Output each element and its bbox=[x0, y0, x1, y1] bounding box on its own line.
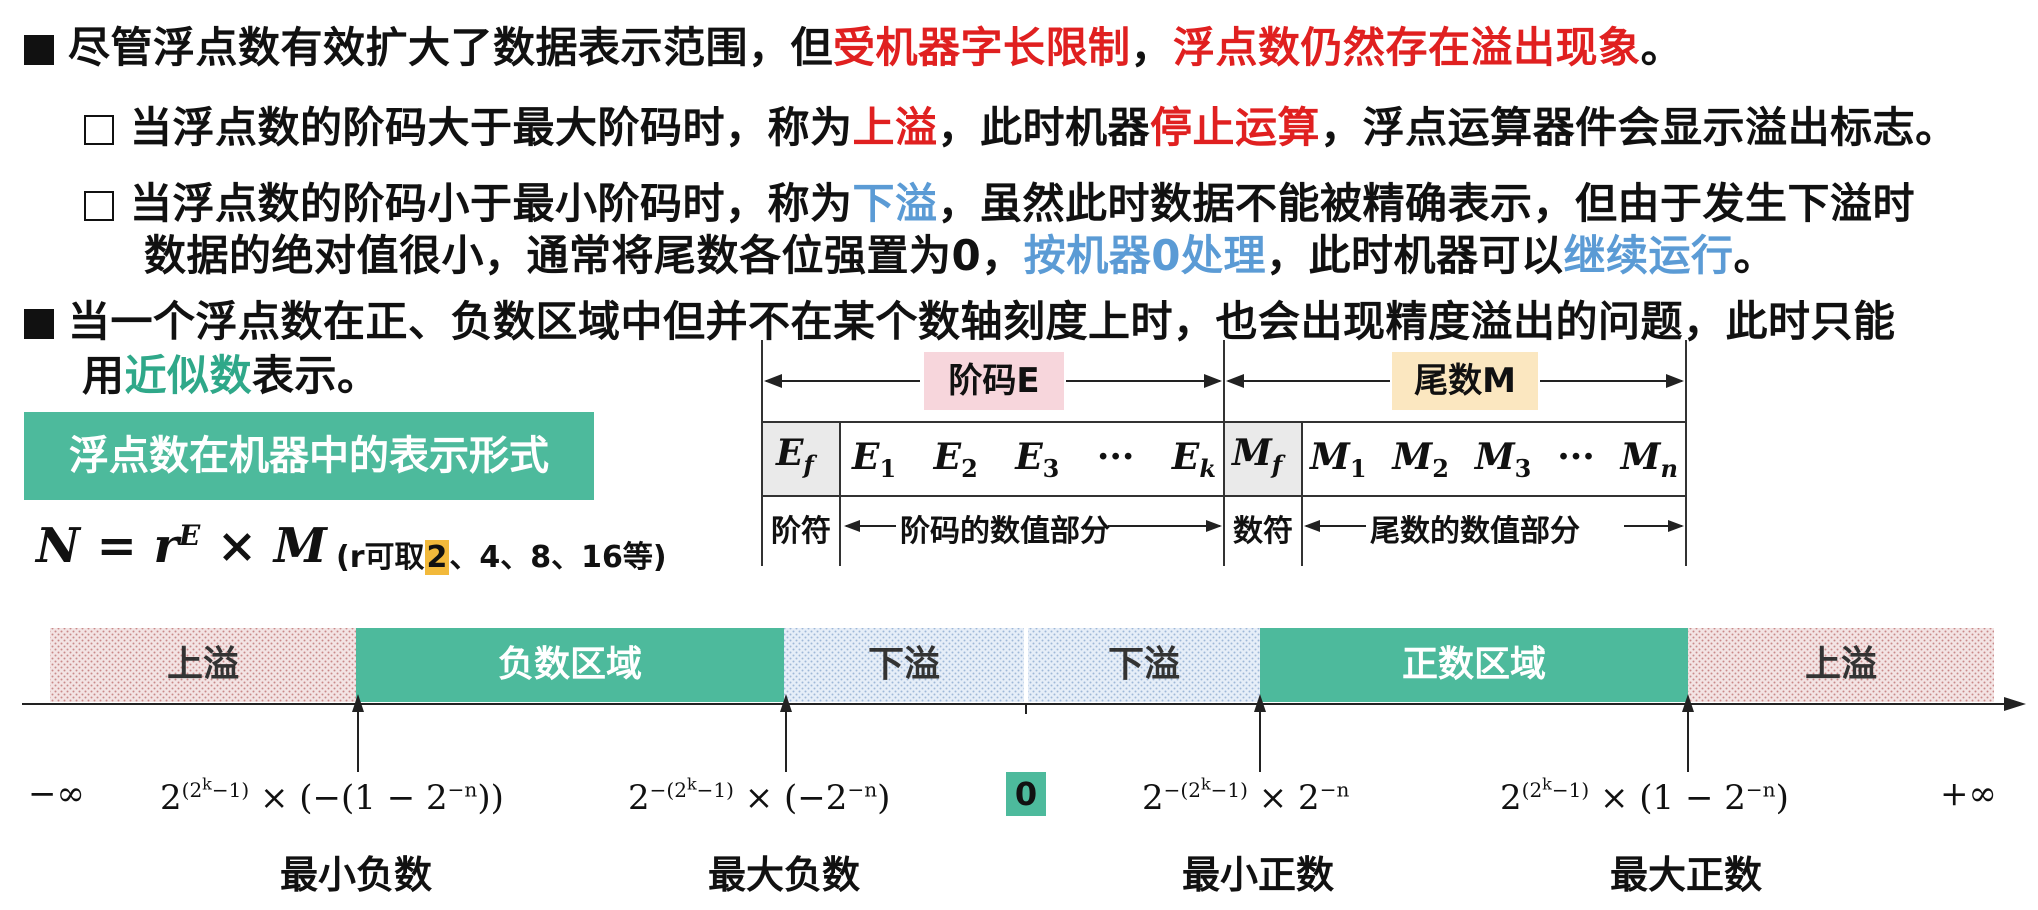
region-underflow-right: 下溢 bbox=[1107, 644, 1180, 685]
label-max-positive: 最大正数 bbox=[1610, 853, 1763, 897]
label-min-negative: 最小负数 bbox=[280, 853, 433, 897]
pos-infinity-label: +∞ bbox=[1940, 774, 1997, 814]
zero-label: 0 bbox=[1006, 772, 1046, 816]
max-negative-value: 2−(2k−1) × (−2−n) bbox=[628, 774, 891, 818]
min-positive-value: 2−(2k−1) × 2−n bbox=[1142, 774, 1350, 818]
region-overflow-left: 上溢 bbox=[166, 644, 239, 685]
label-min-positive: 最小正数 bbox=[1182, 853, 1335, 897]
region-overflow-right: 上溢 bbox=[1804, 644, 1877, 685]
min-negative-value: 2(2k−1) × (−(1 − 2−n)) bbox=[160, 774, 504, 818]
region-negative: 负数区域 bbox=[497, 644, 642, 685]
region-underflow-left: 下溢 bbox=[867, 644, 940, 685]
max-positive-value: 2(2k−1) × (1 − 2−n) bbox=[1500, 774, 1789, 818]
axis-arrow-icon bbox=[2004, 697, 2026, 711]
neg-infinity-label: −∞ bbox=[28, 774, 85, 814]
label-max-negative: 最大负数 bbox=[708, 853, 861, 897]
region-positive: 正数区域 bbox=[1401, 644, 1546, 685]
